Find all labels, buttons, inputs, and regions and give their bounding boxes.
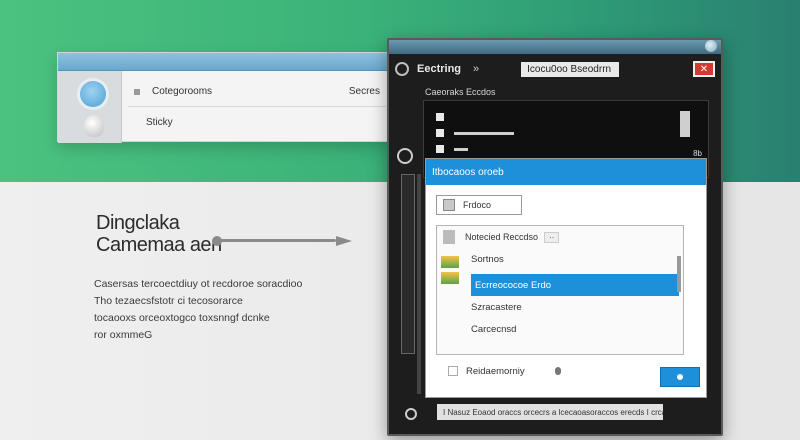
description-line: ror oxmmeG — [94, 329, 153, 341]
dialog-title: Itbocaoos oroeb — [426, 159, 706, 185]
device-icon — [443, 230, 455, 244]
preview-row — [436, 113, 454, 121]
breadcrumb-chevron[interactable]: » — [473, 63, 479, 75]
confirm-button[interactable] — [660, 367, 700, 387]
preview-row — [436, 145, 468, 153]
vertical-scrollbar[interactable] — [401, 174, 415, 354]
info-icon — [554, 367, 561, 375]
window-control-icon[interactable] — [705, 40, 717, 52]
dialog-counter: 8b — [693, 149, 702, 158]
window-header: Eectring » Icocu0oo Bseodrrn ✕ — [395, 58, 715, 80]
close-button[interactable]: ✕ — [693, 61, 715, 77]
confirm-icon — [677, 374, 683, 380]
phone-icon — [680, 111, 690, 137]
window-top-strip — [389, 40, 721, 54]
category-icon — [134, 88, 140, 95]
list-item[interactable]: Sortnos — [437, 248, 683, 270]
heading-line-2: Camemaa aen — [96, 234, 222, 256]
sticky-row[interactable]: Sticky — [128, 107, 386, 137]
left-window-titlebar — [58, 53, 388, 71]
source-field[interactable]: Frdoco — [436, 195, 522, 215]
image-icon — [441, 256, 459, 268]
subbar-label: Caeoraks Eccdos — [425, 87, 496, 97]
description-line: Casersas tercoectdiuy ot recdoroe soracd… — [94, 278, 303, 290]
file-icon — [443, 199, 455, 211]
left-window-sidebar — [58, 71, 122, 143]
status-bar: I Nasuz Eoaod oraccs orcecrs a lcecaoaso… — [437, 404, 663, 420]
category-row[interactable]: Cotegorooms Secres — [128, 77, 386, 107]
source-field-value: Frdoco — [463, 200, 492, 210]
list-header-badge: ·· — [544, 231, 560, 243]
checkbox[interactable] — [448, 366, 458, 376]
tab-document[interactable]: Icocu0oo Bseodrrn — [521, 61, 620, 77]
list-header-label: Notecied Reccdso — [465, 232, 539, 242]
footer-label: Reidaemorniy — [466, 365, 525, 377]
scrollbar-track — [417, 174, 421, 394]
page-heading: Dingclaka Camemaa aen — [96, 212, 222, 256]
preview-row — [436, 129, 514, 137]
dialog-footer[interactable]: Reidaemorniy — [436, 361, 696, 381]
arrow-right-icon — [212, 236, 352, 246]
description-text: Casersas tercoectdiuy ot recdoroe soracd… — [94, 276, 354, 344]
sticky-label: Sticky — [146, 116, 173, 128]
left-preview-window: Cotegorooms Secres Sticky — [57, 52, 389, 143]
app-logo-icon — [395, 62, 409, 76]
description-line: tocaooxs orceoxtogco toxsnngf dcnke — [94, 312, 270, 324]
description-line: Tho tezaecsfstotr ci tecosorarce — [94, 295, 243, 307]
list-header: Notecied Reccdso ·· — [437, 226, 683, 248]
window-title: Eectring — [417, 63, 462, 75]
category-right-label: Secres — [348, 86, 380, 97]
main-app-window: Eectring » Icocu0oo Bseodrrn ✕ Caeoraks … — [387, 38, 723, 436]
image-thumbnails — [441, 256, 463, 296]
category-label: Cotegorooms — [152, 86, 213, 97]
list-item-selected[interactable]: Ecrreococoe Erdo — [471, 274, 679, 296]
list-scrollbar[interactable] — [677, 256, 681, 292]
select-dialog: 8b Itbocaoos oroeb Frdoco Notecied Reccd… — [425, 149, 707, 398]
options-list[interactable]: Notecied Reccdso ·· Sortnos Ecrreococoe … — [436, 225, 684, 355]
power-icon[interactable] — [405, 408, 417, 420]
settings-icon[interactable] — [397, 148, 413, 164]
list-item[interactable]: Szracastere — [437, 296, 683, 318]
image-icon — [441, 272, 459, 284]
list-item[interactable]: Carcecnsd — [437, 318, 683, 340]
lightbulb-icon[interactable] — [84, 115, 104, 137]
heading-line-1: Dingclaka — [96, 212, 180, 234]
avatar-icon[interactable] — [80, 81, 106, 107]
